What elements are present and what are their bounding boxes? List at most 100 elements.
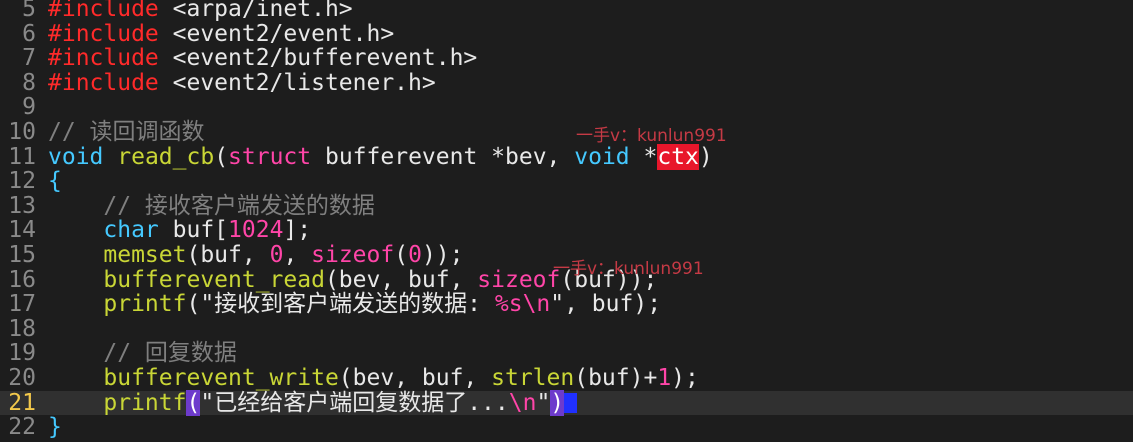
code-token: " — [536, 389, 551, 416]
code-token: %s\n — [494, 291, 551, 318]
code-token: buf[ — [158, 217, 229, 244]
code-text[interactable]: } — [48, 415, 62, 439]
watermark-text: 一手v：kunlun991 — [553, 259, 704, 279]
code-token: "已经给客户端回复数据了... — [200, 389, 509, 416]
line-number: 19 — [8, 340, 36, 367]
code-text[interactable]: #include <event2/listener.h> — [48, 71, 436, 95]
error-highlight-token: ctx — [657, 143, 699, 170]
code-token: #include — [48, 69, 159, 96]
code-line[interactable]: 19 // 回复数据 — [0, 341, 1133, 365]
code-line[interactable]: 20 bufferevent_write(bev, buf, strlen(bu… — [0, 366, 1133, 390]
code-token: ( — [394, 242, 409, 268]
code-line[interactable]: 10 // 读回调函数 — [0, 120, 1133, 144]
code-line-current[interactable]: 21 printf("已经给客户端回复数据了...\n") — [0, 389, 1133, 416]
line-number: 9 — [22, 94, 36, 121]
line-number: 11 — [8, 143, 36, 170]
code-token: #include — [48, 0, 159, 22]
code-token: (bev, buf, — [324, 266, 478, 293]
code-token: #include — [48, 45, 159, 72]
line-number: 20 — [8, 365, 36, 391]
code-token: char — [103, 217, 159, 244]
code-token: <event2/event.h> — [158, 20, 395, 47]
line-number: 12 — [8, 168, 36, 195]
code-token: ]; — [283, 217, 312, 244]
code-token: ", buf); — [550, 291, 662, 318]
line-number: 6 — [22, 20, 36, 47]
code-token: { — [48, 168, 62, 195]
code-line[interactable]: 12 { — [0, 169, 1133, 193]
code-text[interactable]: printf("已经给客户端回复数据了...\n") — [48, 389, 578, 416]
code-text[interactable]: // 读回调函数 — [48, 120, 205, 144]
code-line[interactable]: 7 #include <event2/bufferevent.h> — [0, 46, 1133, 70]
comment-token: // 接收客户端发送的数据 — [103, 192, 375, 219]
code-token: void — [48, 143, 104, 170]
code-line[interactable]: 14 char buf[1024]; — [0, 218, 1133, 242]
code-text[interactable]: #include <arpa/inet.h> — [48, 0, 353, 21]
watermark-text: 一手v：kunlun991 — [576, 126, 727, 146]
code-line[interactable]: 8 #include <event2/listener.h> — [0, 71, 1133, 95]
code-token: bufferevent_read — [103, 266, 325, 293]
line-number: 21 — [8, 389, 36, 416]
code-text[interactable]: #include <event2/event.h> — [48, 22, 394, 46]
line-number: 17 — [8, 291, 36, 318]
code-token: ("接收到客户端发送的数据: — [186, 291, 495, 318]
line-number: 22 — [8, 414, 36, 441]
bracket-match-token: ( — [186, 389, 201, 416]
code-text[interactable]: printf("接收到客户端发送的数据: %s\n", buf); — [48, 292, 661, 316]
code-line[interactable]: 18 — [0, 317, 1133, 341]
code-text[interactable]: // 接收客户端发送的数据 — [48, 194, 375, 218]
line-number: 10 — [8, 119, 36, 145]
code-editor[interactable]: 5 #include <arpa/inet.h> 6 #include <event2… — [0, 0, 1133, 442]
code-token: , — [283, 242, 312, 268]
code-text[interactable]: char buf[1024]; — [48, 218, 311, 242]
code-token: <event2/listener.h> — [158, 69, 436, 96]
code-token: * — [629, 143, 658, 170]
code-token: ) — [698, 143, 713, 170]
code-token: strlen — [491, 365, 575, 391]
line-number: 8 — [22, 69, 36, 96]
line-number: 16 — [8, 266, 36, 293]
code-token: memset — [103, 242, 187, 268]
code-token: 1 — [657, 365, 672, 391]
code-token: sizeof — [477, 266, 561, 293]
line-number: 15 — [8, 242, 36, 268]
code-line[interactable]: 13 // 接收客户端发送的数据 — [0, 194, 1133, 218]
code-token: #include — [48, 20, 159, 47]
code-line[interactable]: 22} — [0, 415, 1133, 439]
code-text[interactable]: #include <event2/bufferevent.h> — [48, 46, 477, 70]
code-text[interactable]: { — [48, 169, 62, 193]
line-number: 14 — [8, 217, 36, 244]
code-line[interactable]: 6 #include <event2/event.h> — [0, 22, 1133, 46]
code-token: ( — [214, 143, 229, 170]
code-token: <arpa/inet.h> — [158, 0, 353, 22]
code-token: bufferevent_write — [103, 365, 339, 391]
code-line[interactable]: 9 — [0, 95, 1133, 119]
bracket-match-token: ) — [550, 389, 565, 416]
code-token: bufferevent *bev, — [311, 143, 575, 170]
line-number: 18 — [8, 315, 36, 342]
code-token: <event2/bufferevent.h> — [158, 45, 478, 72]
comment-token: // 读回调函数 — [48, 119, 205, 145]
code-line[interactable]: 17 printf("接收到客户端发送的数据: %s\n", buf); — [0, 292, 1133, 316]
code-text[interactable]: bufferevent_write(bev, buf, strlen(buf)+… — [48, 365, 699, 391]
code-text[interactable]: void read_cb(struct bufferevent *bev, vo… — [48, 143, 713, 170]
code-token: (buf)+ — [574, 365, 658, 391]
line-number: 13 — [8, 192, 36, 219]
code-token: struct — [228, 143, 312, 170]
code-token: ); — [671, 365, 699, 391]
code-text[interactable]: memset(buf, 0, sizeof(0)); — [48, 242, 463, 268]
code-line[interactable]: 11 void read_cb(struct bufferevent *bev, … — [0, 143, 1133, 170]
code-text[interactable]: // 回复数据 — [48, 341, 237, 365]
code-token: 0 — [408, 242, 422, 268]
code-token: (bev, buf, — [338, 365, 492, 391]
code-token: 1024 — [228, 217, 284, 244]
code-token: \n — [508, 389, 537, 416]
code-line[interactable]: 5 #include <arpa/inet.h> — [0, 0, 1133, 21]
